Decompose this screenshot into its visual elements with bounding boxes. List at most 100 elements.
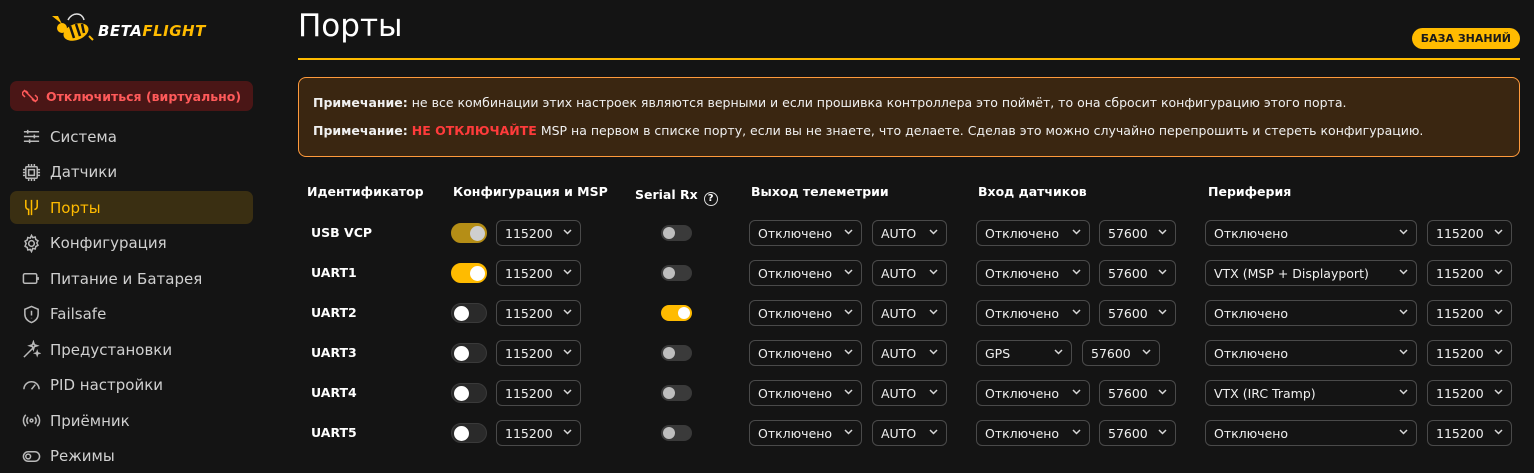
chevron-down-icon — [1494, 229, 1503, 237]
sensor-select[interactable]: Отключено — [976, 380, 1090, 406]
sidebar-item-ports[interactable]: Порты — [10, 191, 253, 224]
disconnect-button[interactable]: Отключиться (виртуально) — [10, 81, 253, 111]
peripheral-baud-select[interactable]: 115200 — [1427, 340, 1512, 366]
select-value: 115200 — [1436, 345, 1484, 361]
sensor-select[interactable]: Отключено — [976, 220, 1090, 246]
msp-baud-select[interactable]: 115200 — [496, 220, 581, 246]
peripheral-select[interactable]: Отключено — [1205, 300, 1417, 326]
chevron-down-icon — [1399, 429, 1408, 437]
select-value: 115200 — [1436, 265, 1484, 281]
serial-rx-toggle[interactable] — [661, 265, 692, 281]
telemetry-baud-select[interactable]: AUTO — [872, 420, 947, 446]
select-value: 57600 — [1108, 305, 1148, 321]
msp-toggle[interactable] — [451, 383, 487, 403]
peripheral-select[interactable]: Отключено — [1205, 340, 1417, 366]
select-value: Отключено — [985, 305, 1060, 321]
port-id: UART4 — [311, 385, 357, 400]
sidebar-item-modes[interactable]: Режимы — [10, 440, 253, 473]
chevron-down-icon — [1072, 389, 1081, 397]
chevron-down-icon — [1142, 349, 1151, 357]
sidebar-item-failsafe[interactable]: Failsafe — [10, 298, 253, 331]
telemetry-select[interactable]: Отключено — [749, 340, 862, 366]
logo-text: BETAFLIGHT — [98, 22, 206, 40]
sensor-select[interactable]: GPS — [976, 340, 1072, 366]
msp-baud-select[interactable]: 115200 — [496, 340, 581, 366]
help-icon[interactable]: ? — [703, 192, 718, 206]
telemetry-select[interactable]: Отключено — [749, 220, 862, 246]
select-value: VTX (IRC Tramp) — [1214, 385, 1316, 401]
msp-baud-select[interactable]: 115200 — [496, 300, 581, 326]
port-id: UART3 — [311, 345, 357, 360]
msp-baud-select[interactable]: 115200 — [496, 420, 581, 446]
peripheral-baud-select[interactable]: 115200 — [1427, 220, 1512, 246]
msp-toggle[interactable] — [451, 263, 487, 283]
telemetry-baud-select[interactable]: AUTO — [872, 380, 947, 406]
select-value: 57600 — [1091, 345, 1131, 361]
sensor-baud-select[interactable]: 57600 — [1099, 420, 1176, 446]
chevron-down-icon — [1072, 269, 1081, 277]
select-value: AUTO — [881, 225, 917, 241]
chevron-down-icon — [1072, 229, 1081, 237]
sidebar-item-label: PID настройки — [50, 376, 164, 394]
serial-rx-toggle[interactable] — [661, 345, 692, 361]
toggle-knob — [454, 346, 469, 361]
peripheral-baud-select[interactable]: 115200 — [1427, 420, 1512, 446]
sidebar-item-receiver[interactable]: Приёмник — [10, 404, 253, 437]
telemetry-baud-select[interactable]: AUTO — [872, 300, 947, 326]
sensor-select[interactable]: Отключено — [976, 420, 1090, 446]
sidebar-item-label: Питание и Батарея — [50, 269, 203, 288]
serial-rx-toggle[interactable] — [661, 305, 692, 321]
sensor-baud-select[interactable]: 57600 — [1099, 220, 1176, 246]
sidebar-item-presets[interactable]: Предустановки — [10, 333, 253, 366]
msp-baud-select[interactable]: 115200 — [496, 380, 581, 406]
sensor-baud-select[interactable]: 57600 — [1099, 300, 1176, 326]
sensor-select[interactable]: Отключено — [976, 260, 1090, 286]
select-value: 57600 — [1108, 425, 1148, 441]
telemetry-select[interactable]: Отключено — [749, 420, 862, 446]
peripheral-baud-select[interactable]: 115200 — [1427, 260, 1512, 286]
sidebar-item-configuration[interactable]: Конфигурация — [10, 227, 253, 260]
sidebar-item-sensors[interactable]: Датчики — [10, 156, 253, 189]
sensor-baud-select[interactable]: 57600 — [1082, 340, 1160, 366]
sidebar: BETAFLIGHT Отключиться (виртуально) Сист… — [0, 0, 264, 473]
msp-baud-select[interactable]: 115200 — [496, 260, 581, 286]
select-value: 115200 — [1436, 385, 1484, 401]
msp-toggle[interactable] — [451, 223, 487, 243]
telemetry-select[interactable]: Отключено — [749, 380, 862, 406]
msp-toggle[interactable] — [451, 303, 487, 323]
sidebar-item-power[interactable]: Питание и Батарея — [10, 262, 253, 295]
chevron-down-icon — [1072, 429, 1081, 437]
sidebar-item-system[interactable]: Система — [10, 120, 253, 153]
select-value: 115200 — [505, 425, 553, 441]
peripheral-select[interactable]: Отключено — [1205, 220, 1417, 246]
telemetry-select[interactable]: Отключено — [749, 260, 862, 286]
msp-toggle[interactable] — [451, 423, 487, 443]
peripheral-baud-select[interactable]: 115200 — [1427, 300, 1512, 326]
telemetry-baud-select[interactable]: AUTO — [872, 260, 947, 286]
telemetry-baud-select[interactable]: AUTO — [872, 340, 947, 366]
chevron-down-icon — [929, 349, 938, 357]
serial-rx-toggle[interactable] — [661, 225, 692, 241]
telemetry-select[interactable]: Отключено — [749, 300, 862, 326]
select-value: Отключено — [1214, 345, 1289, 361]
peripheral-baud-select[interactable]: 115200 — [1427, 380, 1512, 406]
peripheral-select[interactable]: Отключено — [1205, 420, 1417, 446]
toggle-knob — [454, 386, 469, 401]
chip-icon — [22, 163, 41, 181]
telemetry-baud-select[interactable]: AUTO — [872, 220, 947, 246]
chevron-down-icon — [929, 229, 938, 237]
sensor-baud-select[interactable]: 57600 — [1099, 380, 1176, 406]
knowledge-base-button[interactable]: БАЗА ЗНАНИЙ — [1411, 28, 1520, 49]
chevron-down-icon — [1494, 269, 1503, 277]
chevron-down-icon — [844, 229, 853, 237]
serial-rx-toggle[interactable] — [661, 385, 692, 401]
msp-toggle[interactable] — [451, 343, 487, 363]
peripheral-select[interactable]: VTX (IRC Tramp) — [1205, 380, 1417, 406]
sensor-select[interactable]: Отключено — [976, 300, 1090, 326]
select-value: 115200 — [1436, 425, 1484, 441]
serial-rx-toggle[interactable] — [661, 425, 692, 441]
sidebar-item-pid[interactable]: PID настройки — [10, 369, 253, 402]
header-msp: Конфигурация и MSP — [453, 184, 608, 199]
peripheral-select[interactable]: VTX (MSP + Displayport) — [1205, 260, 1417, 286]
sensor-baud-select[interactable]: 57600 — [1099, 260, 1176, 286]
